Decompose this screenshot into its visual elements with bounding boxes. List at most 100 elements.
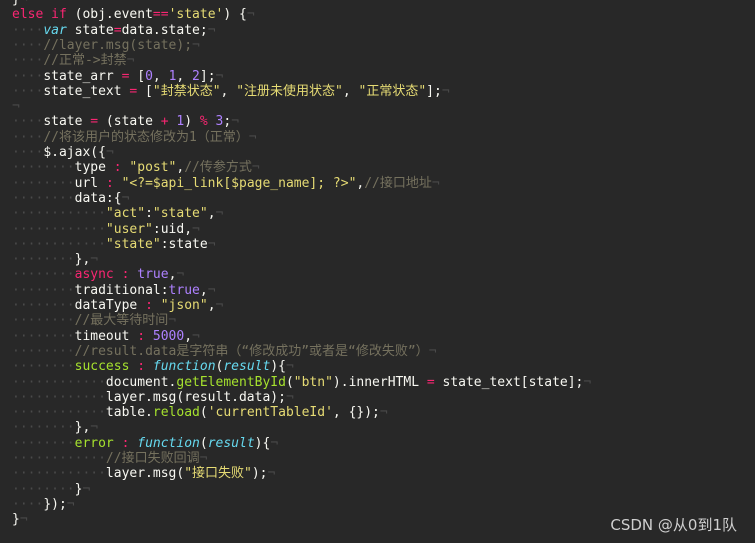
code-line[interactable]: ········},¬ (12, 252, 98, 268)
code-token: , (207, 206, 216, 222)
code-line[interactable]: ············layer.msg(result.data);¬ (12, 390, 294, 406)
code-line[interactable]: ····state_arr = [0, 1, 2];¬ (12, 69, 223, 85)
eol-marker: ¬ (199, 451, 208, 466)
code-token: , {}); (332, 405, 380, 421)
code-token: "state" (105, 236, 161, 252)
code-token: "注册未使用状态" (236, 83, 343, 99)
indent-guide: ···· (12, 53, 44, 69)
code-token: timeout (74, 328, 138, 344)
indent-guide: ···· (12, 129, 44, 145)
indent-guide: ············ (12, 451, 106, 466)
code-line[interactable]: ¬ (12, 99, 20, 115)
code-token: ( (285, 374, 294, 390)
code-token: "user" (105, 221, 153, 237)
code-line[interactable]: ········success : function(result){¬ (12, 359, 294, 375)
code-editor[interactable]: }¬ else if (obj.event=='state') {¬····var… (0, 0, 755, 543)
eol-marker: ¬ (215, 206, 224, 222)
code-line[interactable]: ········},¬ (12, 420, 98, 436)
code-line[interactable]: ····state_text = ["封禁状态", "注册未使用状态", "正常… (12, 84, 450, 100)
eol-marker: ¬ (285, 389, 294, 405)
eol-marker: ¬ (19, 512, 28, 528)
code-token: :state (160, 236, 208, 252)
indent-guide: ···· (12, 68, 44, 84)
eol-marker: ¬ (121, 190, 130, 206)
code-token: result (207, 435, 255, 451)
indent-guide: ········ (12, 190, 75, 206)
code-token: url (74, 175, 106, 191)
code-line[interactable]: ············//接口失败回调¬ (12, 451, 207, 467)
code-line[interactable]: ············layer.msg("接口失败");¬ (12, 466, 275, 482)
code-token: , (207, 298, 216, 313)
code-line[interactable]: ····var state=data.state;¬ (12, 23, 216, 39)
code-token: [ (129, 68, 146, 84)
code-token: "<?=$api_link[$page_name]; ?>" (121, 175, 357, 191)
code-line[interactable]: ····state = (state + 1) % 3;¬ (12, 114, 239, 130)
code-token: "封禁状态" (152, 83, 221, 99)
indent-guide: ···· (12, 22, 44, 38)
code-line[interactable]: ············document.getElementById("btn… (12, 375, 591, 391)
code-line[interactable]: ········url : "<?=$api_link[$page_name];… (12, 176, 440, 192)
code-line[interactable]: ········data:{¬ (12, 191, 129, 207)
eol-marker: ¬ (231, 114, 240, 130)
indent-guide: ············ (12, 206, 106, 222)
code-line[interactable]: ········dataType : "json",¬ (12, 298, 223, 314)
code-line[interactable]: ····//正常->封禁¬ (12, 53, 134, 69)
indent-guide: ········ (12, 435, 75, 451)
code-line[interactable]: ············"user":uid,¬ (12, 222, 200, 238)
eol-marker: ¬ (215, 298, 224, 313)
code-line[interactable]: ········timeout : 5000,¬ (12, 329, 200, 345)
code-token: ).innerHTML (332, 374, 427, 390)
code-line[interactable]: ········//最大等待时间¬ (12, 313, 176, 329)
code-token: true (168, 282, 200, 298)
eol-marker: ¬ (428, 343, 437, 359)
eol-marker: ¬ (192, 328, 200, 344)
code-token: ){ (270, 359, 286, 375)
indent-guide: ········ (12, 252, 75, 268)
code-line[interactable]: }¬ (12, 512, 28, 528)
code-token: state_text[state]; (434, 374, 584, 390)
code-line[interactable]: ········type : "post",//传参方式¬ (12, 160, 260, 176)
eol-marker: ¬ (126, 53, 135, 69)
code-token: }, (74, 252, 91, 268)
code-line[interactable]: ········async : true,¬ (12, 267, 184, 283)
code-token: = (90, 114, 99, 130)
code-line[interactable]: ········}¬ (12, 482, 90, 498)
code-token: table. (105, 405, 153, 421)
indent-guide: ···· (12, 37, 44, 53)
indent-guide: ············ (12, 466, 106, 482)
code-token: ){ (254, 435, 271, 451)
eol-marker: ¬ (192, 37, 200, 53)
code-token: //接口失败回调 (105, 451, 200, 466)
code-token: document. (105, 374, 177, 390)
code-line[interactable]: else if (obj.event=='state') {¬ (12, 7, 255, 23)
code-token: ]; (199, 68, 216, 84)
code-token: = (113, 22, 122, 38)
code-line[interactable]: ····//layer.msg(state);¬ (12, 38, 200, 54)
code-token: //最大等待时间 (74, 313, 169, 329)
code-token: : (137, 359, 146, 375)
code-line[interactable]: ········error : function(result){¬ (12, 436, 278, 452)
code-line[interactable]: ········traditional:true,¬ (12, 283, 216, 299)
code-token: else (12, 7, 52, 23)
indent-guide: ········ (12, 343, 75, 359)
code-line[interactable]: ············table.reload('currentTableId… (12, 405, 388, 421)
code-token: = (426, 374, 435, 390)
code-line[interactable]: ············"state":state¬ (12, 237, 216, 253)
code-token: ) { (223, 7, 247, 23)
code-token: if (51, 7, 75, 23)
code-token: state_arr (43, 68, 122, 84)
eol-marker: ¬ (207, 22, 216, 38)
code-token: 5000 (152, 328, 185, 344)
code-line[interactable]: ····$.ajax({¬ (12, 145, 114, 161)
indent-guide: ········ (12, 481, 75, 497)
code-token: //result.data是字符串（“修改成功”或者是“修改失败”） (74, 343, 429, 359)
code-line[interactable]: ············"act":"state",¬ (12, 206, 223, 222)
code-line[interactable]: ········//result.data是字符串（“修改成功”或者是“修改失败… (12, 344, 437, 360)
code-token: ]; (426, 83, 442, 99)
code-line[interactable]: ····});¬ (12, 497, 75, 513)
code-token: 2 (192, 68, 200, 84)
code-token: , (184, 328, 193, 344)
code-line[interactable]: ····//将该用户的状态修改为1（正常）¬ (12, 130, 257, 146)
code-token: data.state; (121, 22, 208, 38)
